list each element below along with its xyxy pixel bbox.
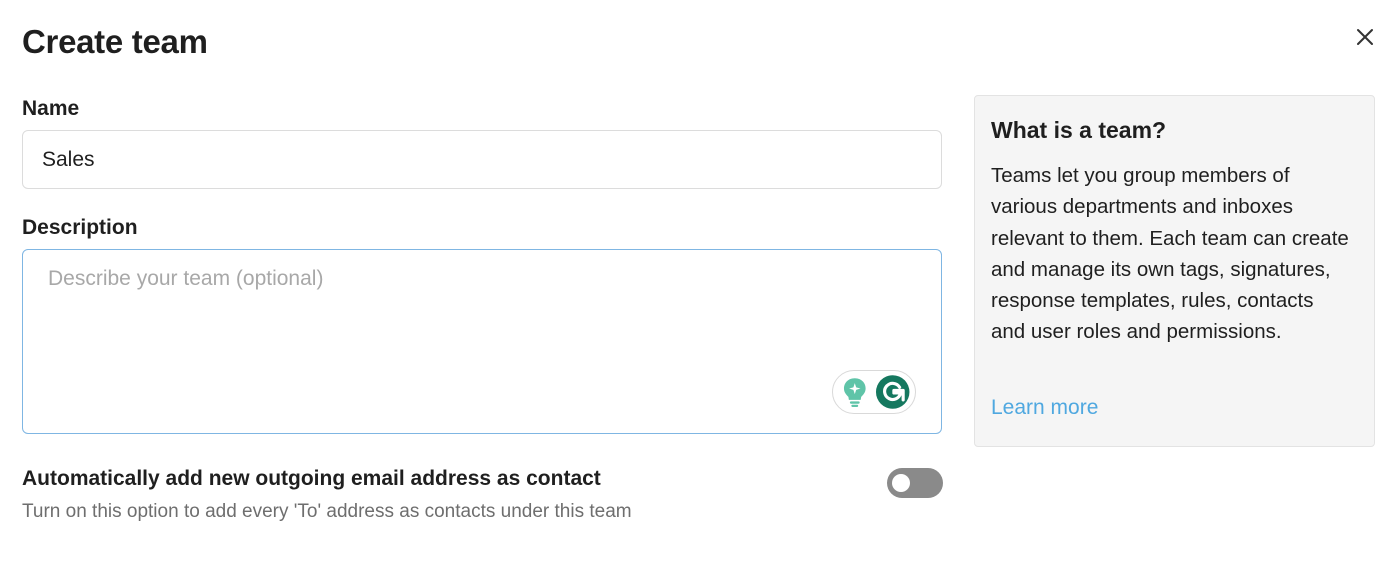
name-input[interactable] [22, 130, 942, 189]
info-panel-title: What is a team? [991, 117, 1167, 143]
description-label: Description [22, 216, 138, 239]
auto-add-contact-description: Turn on this option to add every 'To' ad… [22, 501, 632, 522]
description-textarea[interactable] [23, 250, 941, 433]
auto-add-contact-toggle[interactable] [887, 468, 943, 498]
team-info-panel: What is a team? Teams let you group memb… [974, 95, 1375, 447]
auto-add-contact-title: Automatically add new outgoing email add… [22, 467, 601, 490]
description-field[interactable] [22, 249, 942, 434]
grammarly-widget[interactable] [832, 370, 916, 414]
info-panel-body: Teams let you group members of various d… [991, 164, 1349, 344]
toggle-knob [892, 474, 910, 492]
close-button[interactable] [1354, 26, 1376, 48]
name-label: Name [22, 97, 80, 120]
dialog-title: Create team [22, 23, 208, 60]
close-icon[interactable] [1354, 26, 1376, 48]
grammarly-icon[interactable] [875, 374, 910, 410]
learn-more-link[interactable]: Learn more [991, 395, 1098, 421]
lightbulb-icon[interactable] [841, 376, 869, 408]
